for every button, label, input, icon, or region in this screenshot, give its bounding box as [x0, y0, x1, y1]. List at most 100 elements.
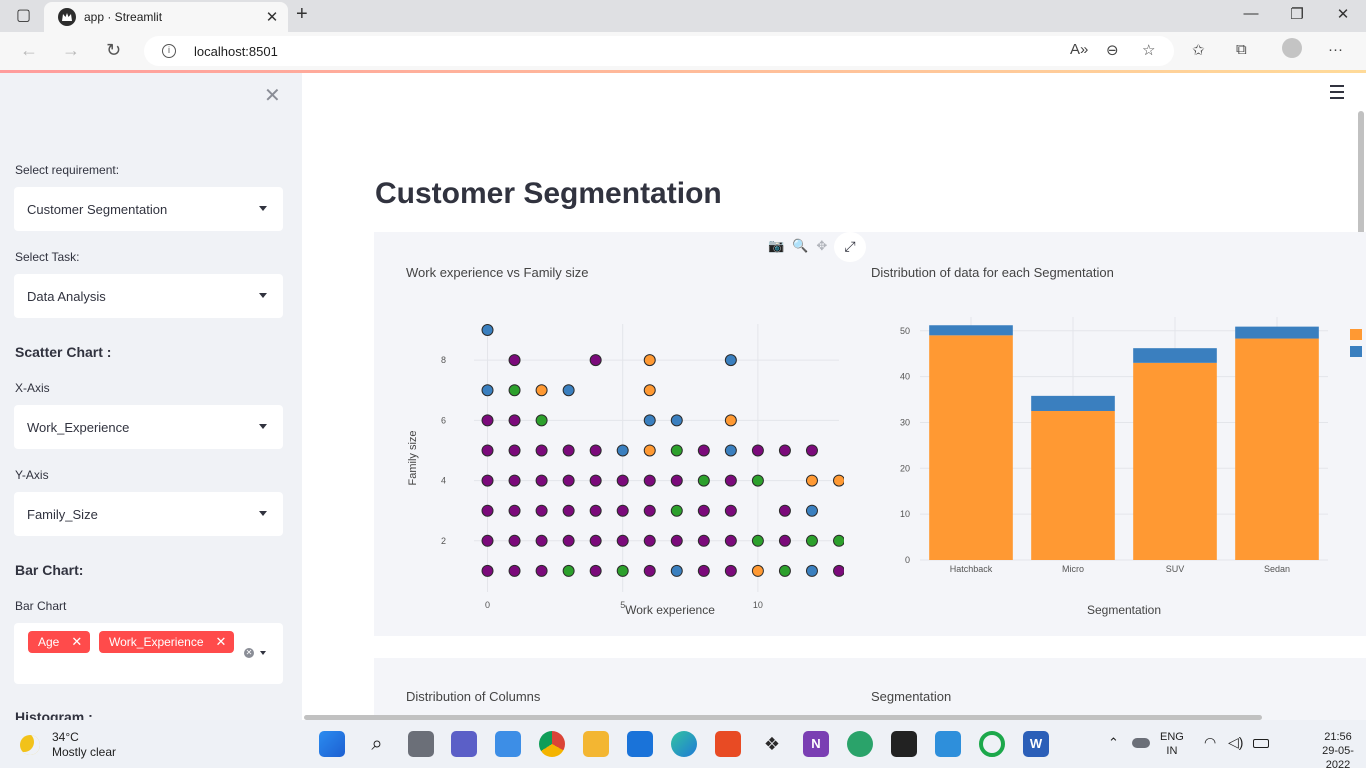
add-favorite-icon[interactable]: ☆ [1142, 41, 1155, 59]
requirement-value: Customer Segmentation [27, 201, 168, 217]
scatter-point [778, 564, 791, 577]
scatter-point [589, 474, 602, 487]
volume-icon[interactable]: ◁) [1228, 735, 1243, 749]
restore-icon[interactable]: ❐ [1282, 5, 1312, 23]
close-sidebar-icon[interactable]: ✕ [264, 83, 281, 108]
bar-segment [1133, 348, 1217, 363]
remove-chip-icon[interactable]: ✕ [216, 634, 227, 650]
scatter-point [481, 534, 494, 547]
new-tab-icon[interactable]: + [296, 4, 308, 24]
scatter-point [616, 474, 629, 487]
task-label: Select Task: [15, 250, 80, 264]
scatter-point [833, 564, 844, 577]
browser-tab[interactable]: app · Streamlit ✕ [44, 2, 288, 32]
scatter-point [670, 444, 683, 457]
bar-segment [929, 325, 1013, 336]
bar-chart-multiselect[interactable]: Age ✕ Work_Experience ✕ ✕ [14, 623, 283, 684]
hamburger-menu-icon[interactable] [1330, 85, 1344, 103]
clock[interactable]: 21:56 29-05-2022 [1310, 730, 1366, 768]
scatter-point [724, 474, 737, 487]
requirement-select[interactable]: Customer Segmentation [14, 187, 283, 231]
chrome-icon[interactable] [539, 731, 565, 757]
chevron-down-icon [259, 293, 267, 298]
read-aloud-icon[interactable]: A» [1070, 41, 1088, 58]
cloud-icon[interactable] [1132, 738, 1150, 748]
y-tick-label: 20 [900, 463, 910, 473]
y-axis-select[interactable]: Family_Size [14, 492, 283, 536]
scatter-point [778, 504, 791, 517]
profile-avatar[interactable] [1282, 38, 1302, 58]
battery-icon[interactable] [1253, 739, 1269, 748]
legend-swatch-blue[interactable] [1350, 346, 1362, 357]
dropbox-icon[interactable]: ❖ [759, 731, 785, 757]
start-icon[interactable] [319, 731, 345, 757]
remove-chip-icon[interactable]: ✕ [71, 634, 82, 650]
chat-icon[interactable] [451, 731, 477, 757]
file-explorer-icon[interactable] [583, 731, 609, 757]
store-icon[interactable] [495, 731, 521, 757]
chip-label: Age [38, 635, 60, 649]
back-icon[interactable]: ← [20, 40, 38, 61]
favorites-icon[interactable]: ✩ [1192, 41, 1205, 59]
scatter-point [589, 504, 602, 517]
scatter-point [805, 504, 818, 517]
bar-chart[interactable]: 0 10 20 30 40 50 Hatchback Micro SUV Sedan Segment… [844, 252, 1364, 632]
bar-segment [1235, 338, 1319, 560]
terminal-icon[interactable] [891, 731, 917, 757]
language-indicator[interactable]: ENG IN [1160, 730, 1184, 758]
mail-icon[interactable] [627, 731, 653, 757]
y-axis-label: Family size [407, 430, 419, 485]
scatter-point [643, 354, 656, 367]
search-icon[interactable]: ⌕ [364, 731, 390, 757]
tray-chevron-icon[interactable]: ⌃ [1108, 736, 1119, 750]
zoom-out-icon[interactable]: ⊖ [1106, 41, 1119, 59]
site-info-icon[interactable]: i [162, 44, 176, 58]
close-tab-icon[interactable]: ✕ [264, 8, 280, 26]
tab-actions-icon[interactable]: ▢ [16, 6, 31, 26]
x-axis-select[interactable]: Work_Experience [14, 405, 283, 449]
notepad-icon[interactable] [935, 731, 961, 757]
scatter-heading: Scatter Chart : [15, 344, 112, 360]
moon-icon [20, 735, 40, 755]
x-tick-label: Micro [1062, 564, 1084, 574]
task-select[interactable]: Data Analysis [14, 274, 283, 318]
requirement-label: Select requirement: [15, 163, 120, 177]
close-window-icon[interactable]: ✕ [1328, 5, 1358, 23]
url-field[interactable]: i localhost:8501 [144, 36, 1174, 66]
scatter-point [643, 384, 656, 397]
clear-all-icon[interactable]: ✕ [244, 648, 254, 658]
bar-segment [929, 335, 1013, 560]
legend-swatch-orange[interactable] [1350, 329, 1362, 340]
scatter-point [562, 564, 575, 577]
y-tick-label: 6 [441, 415, 446, 425]
task-view-icon[interactable] [408, 731, 434, 757]
word-icon[interactable]: W [1023, 731, 1049, 757]
refresh-icon[interactable]: ↻ [106, 40, 121, 61]
main-content: Customer Segmentation 📷 🔍 ✥ ⤢ Work exper… [302, 73, 1366, 720]
collections-icon[interactable]: ⧉ [1236, 41, 1247, 58]
jupyter-icon[interactable] [979, 731, 1005, 757]
atom-icon[interactable] [847, 731, 873, 757]
scatter-point [508, 384, 521, 397]
chip-age[interactable]: Age ✕ [28, 631, 91, 653]
office-icon[interactable] [715, 731, 741, 757]
onenote-icon[interactable]: N [803, 731, 829, 757]
scatter-point [833, 474, 844, 487]
chevron-down-icon[interactable] [260, 651, 266, 655]
scatter-point [481, 564, 494, 577]
scatter-point [670, 414, 683, 427]
scatter-point [643, 474, 656, 487]
y-tick-label: 10 [900, 509, 910, 519]
more-menu-icon[interactable]: ··· [1328, 41, 1343, 58]
y-tick-label: 2 [441, 536, 446, 546]
wifi-icon[interactable]: ◠ [1204, 735, 1216, 749]
scatter-point [481, 384, 494, 397]
minimize-icon[interactable]: — [1236, 5, 1266, 22]
bar-segment [1031, 410, 1115, 560]
edge-icon[interactable] [671, 731, 697, 757]
weather-widget[interactable]: 34°C Mostly clear [20, 730, 116, 760]
scatter-chart[interactable]: 0 5 102468Work experienceFamily size [374, 252, 844, 632]
scatter-point [508, 444, 521, 457]
forward-icon[interactable]: → [62, 40, 80, 61]
chip-work-experience[interactable]: Work_Experience ✕ [99, 631, 235, 653]
